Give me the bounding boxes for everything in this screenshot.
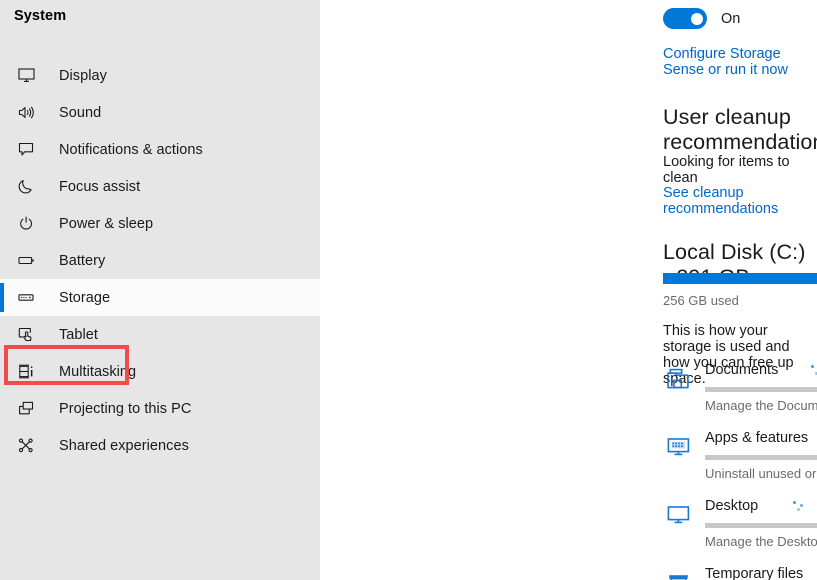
sidebar-item-label: Display bbox=[59, 67, 107, 84]
multitasking-icon bbox=[14, 362, 38, 382]
sidebar-item-focus-assist[interactable]: Focus assist bbox=[0, 168, 320, 205]
sidebar-item-power-sleep[interactable]: Power & sleep bbox=[0, 205, 320, 242]
disk-capacity-fill bbox=[663, 273, 817, 284]
sidebar-item-shared-experiences[interactable]: Shared experiences bbox=[0, 427, 320, 464]
sidebar-nav: Display Sound Notifications & actions Fo… bbox=[0, 57, 320, 464]
main-content: On Configure Storage Sense or run it now… bbox=[320, 0, 817, 580]
storage-category-list: Documents 72.3 GB Manage the Documents f… bbox=[663, 355, 817, 580]
temp-files-icon bbox=[663, 567, 693, 580]
disk-capacity-bar bbox=[663, 273, 817, 284]
toggle-state-label: On bbox=[721, 10, 741, 27]
storage-category-row[interactable]: Apps & features 2.76 GB Uninstall unused… bbox=[663, 423, 817, 491]
share-nodes-icon bbox=[14, 436, 38, 456]
toggle-knob bbox=[691, 12, 703, 25]
sidebar-item-label: Shared experiences bbox=[59, 437, 189, 454]
drive-icon bbox=[14, 288, 38, 308]
sidebar-item-label: Tablet bbox=[59, 326, 98, 343]
sidebar-item-label: Battery bbox=[59, 252, 106, 269]
category-name: Temporary files bbox=[705, 566, 804, 580]
moon-icon bbox=[14, 177, 38, 197]
sidebar-item-projecting[interactable]: Projecting to this PC bbox=[0, 390, 320, 427]
loading-spinner-icon bbox=[791, 500, 809, 514]
category-name: Desktop bbox=[705, 498, 759, 514]
sidebar-item-tablet[interactable]: Tablet bbox=[0, 316, 320, 353]
sidebar-item-notifications[interactable]: Notifications & actions bbox=[0, 131, 320, 168]
category-name: Documents bbox=[705, 362, 779, 378]
sidebar-item-label: Notifications & actions bbox=[59, 141, 203, 158]
storage-category-row[interactable]: Desktop 30.5 GB Manage the Desktop folde… bbox=[663, 491, 817, 559]
tablet-touch-icon bbox=[14, 325, 38, 345]
category-usage-bar bbox=[705, 523, 817, 528]
sidebar-item-battery[interactable]: Battery bbox=[0, 242, 320, 279]
apps-monitor-icon bbox=[663, 431, 693, 461]
power-icon bbox=[14, 214, 38, 234]
category-usage-bar bbox=[705, 455, 817, 460]
category-subtitle: Manage the Documents folder bbox=[705, 398, 817, 413]
configure-storage-sense-link[interactable]: Configure Storage Sense or run it now bbox=[663, 46, 817, 78]
sidebar-item-sound[interactable]: Sound bbox=[0, 94, 320, 131]
desktop-monitor-icon bbox=[663, 499, 693, 529]
loading-spinner-icon bbox=[809, 364, 817, 378]
storage-sense-toggle-row: On bbox=[663, 8, 740, 29]
sidebar-item-label: Multitasking bbox=[59, 363, 137, 380]
category-usage-bar bbox=[705, 387, 817, 392]
documents-folder-icon bbox=[663, 363, 693, 393]
speech-bubble-icon bbox=[14, 140, 38, 160]
sidebar-item-label: Power & sleep bbox=[59, 215, 154, 232]
battery-icon bbox=[14, 251, 38, 271]
sidebar: System Display Sound Notifications & act… bbox=[0, 0, 320, 580]
sidebar-item-label: Focus assist bbox=[59, 178, 141, 195]
category-name: Apps & features bbox=[705, 430, 809, 446]
storage-category-row[interactable]: Temporary files 197 MB bbox=[663, 559, 817, 580]
storage-category-row[interactable]: Documents 72.3 GB Manage the Documents f… bbox=[663, 355, 817, 423]
cleanup-status-text: Looking for items to clean bbox=[663, 154, 790, 186]
disk-free-label: 35.0 GB free bbox=[663, 293, 817, 308]
sidebar-item-label: Projecting to this PC bbox=[59, 400, 192, 417]
settings-window: System Display Sound Notifications & act… bbox=[0, 0, 817, 580]
speaker-icon bbox=[14, 103, 38, 123]
projecting-icon bbox=[14, 399, 38, 419]
page-title: System bbox=[14, 8, 67, 24]
category-subtitle: Uninstall unused or undesired apps & fea… bbox=[705, 466, 817, 481]
see-cleanup-recommendations-link[interactable]: See cleanup recommendations bbox=[663, 185, 817, 217]
category-subtitle: Manage the Desktop folder bbox=[705, 534, 817, 549]
cleanup-heading: User cleanup recommendations bbox=[663, 105, 817, 154]
sidebar-item-display[interactable]: Display bbox=[0, 57, 320, 94]
sidebar-item-multitasking[interactable]: Multitasking bbox=[0, 353, 320, 390]
sidebar-item-label: Sound bbox=[59, 104, 102, 121]
sidebar-item-storage[interactable]: Storage bbox=[0, 279, 320, 316]
storage-sense-toggle[interactable] bbox=[663, 8, 707, 29]
sidebar-item-label: Storage bbox=[59, 289, 111, 306]
monitor-icon bbox=[14, 66, 38, 86]
